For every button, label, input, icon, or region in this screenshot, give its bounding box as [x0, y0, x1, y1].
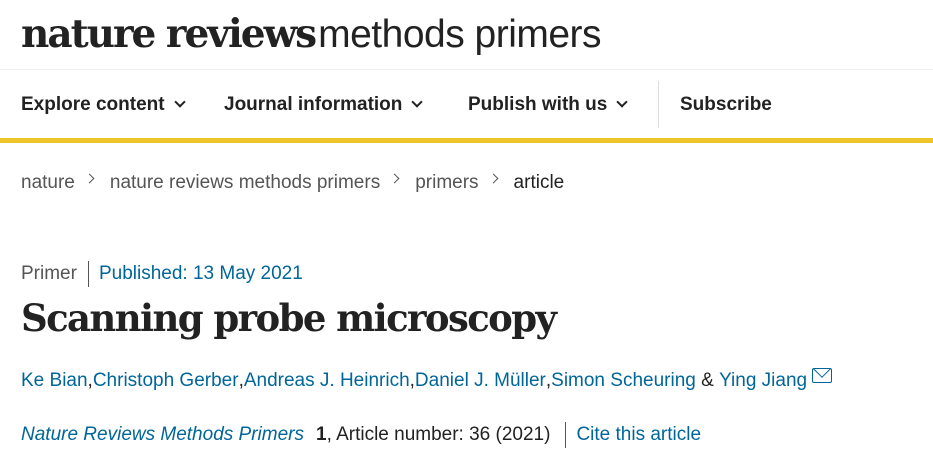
article-number: , Article number: 36 (2021)	[326, 424, 551, 445]
breadcrumb-primers[interactable]: primers	[415, 172, 478, 194]
nav-item-label: Explore content	[21, 93, 165, 115]
nav-publish-with-us[interactable]: Publish with us	[468, 71, 629, 138]
author-link[interactable]: Daniel J. Müller	[415, 370, 546, 392]
meta-divider	[87, 261, 89, 287]
logo-bold-text: nature reviews	[21, 11, 317, 57]
masthead: nature reviewsmethods primers	[0, 0, 933, 70]
author-separator: &	[695, 370, 720, 391]
main-nav: Explore content Journal information Publ…	[0, 71, 933, 138]
logo-light-text: methods primers	[318, 13, 602, 56]
article-meta: Primer Published: 13 May 2021	[21, 261, 303, 287]
breadcrumb: nature nature reviews methods primers pr…	[21, 168, 564, 198]
cite-divider	[565, 422, 567, 448]
published-date[interactable]: Published: 13 May 2021	[99, 263, 303, 285]
author-link[interactable]: Ke Bian	[21, 370, 88, 392]
article-title: Scanning probe microscopy	[21, 296, 557, 340]
chevron-right-icon	[84, 173, 95, 183]
site-logo[interactable]: nature reviewsmethods primers	[21, 10, 602, 59]
nav-explore-content[interactable]: Explore content	[21, 71, 186, 138]
volume-number: 1	[315, 424, 327, 445]
chevron-down-icon	[411, 95, 424, 108]
breadcrumb-nature[interactable]: nature	[21, 172, 75, 194]
author-link[interactable]: Simon Scheuring	[551, 370, 696, 392]
journal-name[interactable]: Nature Reviews Methods Primers	[21, 424, 304, 446]
breadcrumb-journal[interactable]: nature reviews methods primers	[110, 172, 380, 194]
nav-divider	[658, 81, 659, 128]
subscribe-link[interactable]: Subscribe	[680, 71, 772, 138]
cite-this-article-link[interactable]: Cite this article	[576, 424, 701, 446]
email-icon[interactable]	[812, 367, 833, 383]
author-list: Ke Bian, Christoph Gerber, Andreas J. He…	[21, 367, 833, 395]
citation: Nature Reviews Methods Primers 1, Articl…	[21, 421, 701, 449]
nav-item-label: Journal information	[224, 93, 403, 115]
author-link[interactable]: Andreas J. Heinrich	[244, 370, 410, 392]
chevron-right-icon	[389, 173, 400, 183]
nav-item-label: Publish with us	[468, 93, 608, 115]
chevron-down-icon	[616, 95, 629, 108]
accent-bar	[0, 138, 933, 143]
article-type: Primer	[21, 263, 77, 284]
breadcrumb-current: article	[513, 172, 565, 193]
chevron-right-icon	[488, 173, 498, 183]
chevron-down-icon	[173, 95, 186, 108]
nav-journal-information[interactable]: Journal information	[224, 71, 424, 138]
author-link[interactable]: Christoph Gerber	[93, 370, 239, 392]
author-link[interactable]: Ying Jiang	[719, 370, 807, 392]
